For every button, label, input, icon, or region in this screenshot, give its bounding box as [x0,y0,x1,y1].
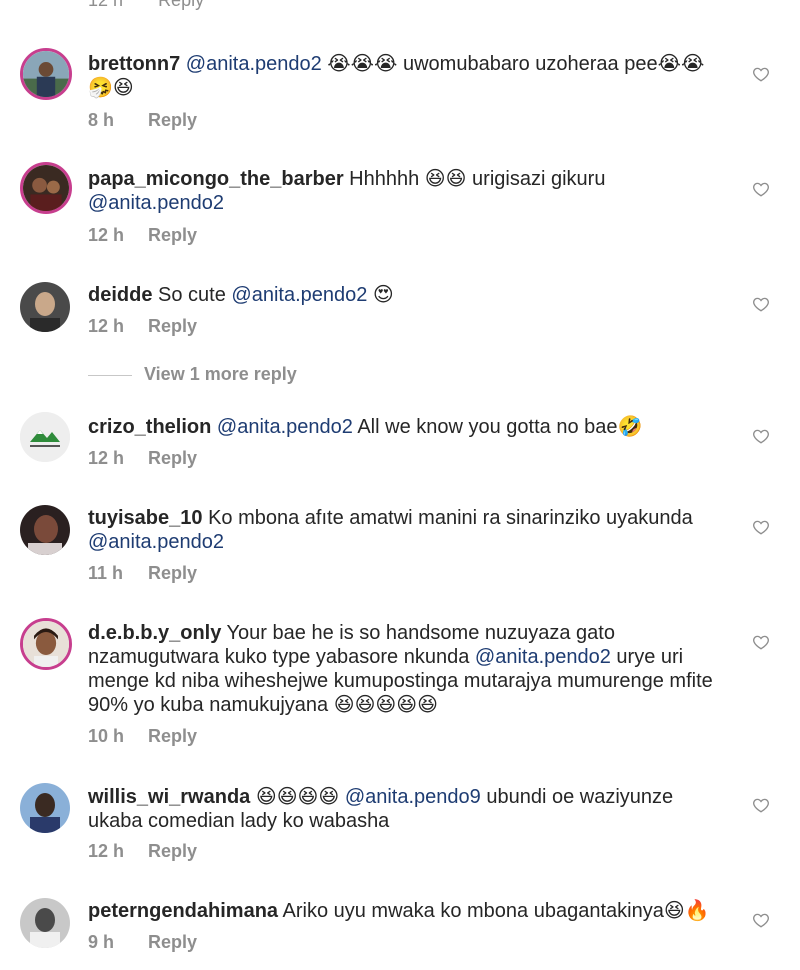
comment-time: 12 h [88,448,125,468]
like-heart-icon[interactable] [752,427,770,445]
comment-text: papa_micongo_the_barber Hhhhhh 😆😆 urigis… [88,167,728,215]
comment-text: willis_wi_rwanda 😆😆😆😆 @anita.pendo9 ubun… [88,785,728,833]
comment-time: 10 h [88,726,125,746]
comment-text: brettonn7 @anita.pendo2 😭😭😭 uwomubabaro … [88,52,728,100]
reply-button[interactable]: Reply [148,316,197,336]
comment-time: 12 h [88,316,125,336]
reply-button[interactable]: Reply [148,110,197,130]
comment-username[interactable]: willis_wi_rwanda [88,786,250,808]
avatar[interactable] [20,783,70,833]
comment-username[interactable]: deidde [88,284,152,306]
mention-link[interactable]: @anita.pendo2 [217,416,353,438]
avatar[interactable] [20,505,70,555]
divider [88,374,132,376]
comment-body: Ariko uyu mwaka ko mbona ubagantakinya😆🔥 [278,900,710,922]
comment-username[interactable]: d.e.b.b.y_only [88,622,221,644]
comment-username[interactable]: crizo_thelion [88,416,211,438]
avatar[interactable] [20,412,70,462]
profile-photo-icon [23,165,69,211]
comment-meta: 8 h Reply [88,110,197,131]
comment-body: Hhhhhh 😆😆 urigisazi gikuru [343,168,606,190]
mention-link[interactable]: @anita.pendo2 [88,531,224,553]
comment-time: 12 h [88,225,125,245]
view-more-label: View 1 more reply [144,364,297,384]
mention-link[interactable]: @anita.pendo2 [88,192,224,214]
comment-meta: 12 h Reply [88,448,197,469]
reply-button[interactable]: Reply [148,932,197,952]
reply-button[interactable]: Reply [148,448,197,468]
comment-text: deidde So cute @anita.pendo2 😍 [88,283,728,307]
comment-body: 😆😆😆😆 [250,786,345,808]
profile-photo-icon [20,282,70,332]
comment-username[interactable]: tuyisabe_10 [88,507,203,529]
comment-username[interactable]: papa_micongo_the_barber [88,168,344,190]
avatar[interactable] [20,48,72,100]
comment-time: 9 h [88,932,115,952]
comment-meta: 9 h Reply [88,932,197,953]
like-heart-icon[interactable] [752,911,770,929]
profile-photo-icon [23,51,69,97]
comment-username[interactable]: peterngendahimana [88,900,278,922]
comment-meta: 12 h Reply [88,841,197,862]
like-heart-icon[interactable] [752,295,770,313]
like-heart-icon[interactable] [752,796,770,814]
reply-button[interactable]: Reply [148,563,197,583]
avatar[interactable] [20,898,70,948]
comment-body: Ko mbona afıte amatwi manini ra sinarinz… [202,507,693,529]
mountain-logo-icon [20,412,70,462]
comment-meta: 10 h Reply [88,726,197,747]
reply-button[interactable]: Reply [148,225,197,245]
like-heart-icon[interactable] [752,518,770,536]
reply-button[interactable]: Reply [158,0,204,10]
comment-body: All we know you gotta no bae🤣 [352,416,643,438]
comment-time: 11 h [88,563,124,583]
comment-meta: 12 h Reply [88,225,197,246]
comment-meta: 12 h Reply [88,316,197,337]
mention-link[interactable]: @anita.pendo2 [475,646,611,668]
avatar[interactable] [20,282,70,332]
comment-time: 8 h [88,110,115,130]
mention-link[interactable]: @anita.pendo9 [345,786,481,808]
mention-link[interactable]: @anita.pendo2 [186,53,322,75]
reply-button[interactable]: Reply [148,726,197,746]
previous-comment-meta: 12 h Reply [88,0,204,11]
comment-body: 😍 [367,284,394,306]
like-heart-icon[interactable] [752,633,770,651]
profile-photo-icon [20,898,70,948]
comment-time: 12 h [88,841,125,861]
profile-photo-icon [20,505,70,555]
profile-photo-icon [20,783,70,833]
comment-time: 12 h [88,0,124,10]
comment-text: crizo_thelion @anita.pendo2 All we know … [88,415,728,439]
like-heart-icon[interactable] [752,65,770,83]
profile-photo-icon [23,621,69,667]
comment-username[interactable]: brettonn7 [88,53,180,75]
view-more-replies-button[interactable]: View 1 more reply [88,364,297,385]
comment-text: tuyisabe_10 Ko mbona afıte amatwi manini… [88,506,728,554]
comment-text: peterngendahimana Ariko uyu mwaka ko mbo… [88,899,728,923]
comment-body: So cute [152,284,232,306]
comment-meta: 11 h Reply [88,563,197,584]
comment-body: 😭😭😭 uwomubabaro uzoheraa pee😭😭 🤧😆 [88,53,705,99]
mention-link[interactable]: @anita.pendo2 [231,284,367,306]
avatar[interactable] [20,618,72,670]
comment-text: d.e.b.b.y_only Your bae he is so handsom… [88,621,728,717]
avatar[interactable] [20,162,72,214]
like-heart-icon[interactable] [752,180,770,198]
reply-button[interactable]: Reply [148,841,197,861]
